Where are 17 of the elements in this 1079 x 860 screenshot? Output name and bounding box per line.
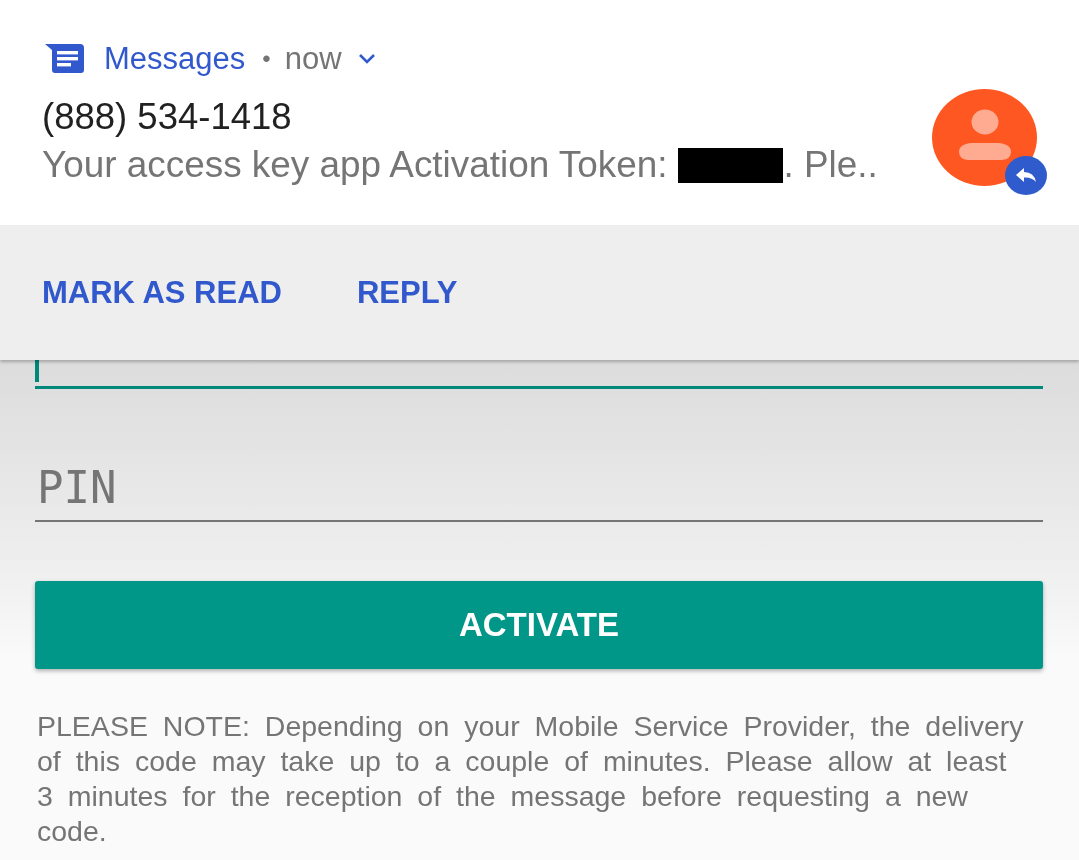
input-field[interactable]: PIN [35,455,1043,522]
app-name: Messages [104,40,246,77]
text-cursor-icon [35,360,39,382]
timestamp: now [284,40,342,77]
note-text: PLEASE NOTE: Depending on your Mobile Service Provider, the delivery of this code may take up to a couple of minutes. Please allow at least 3 minutes for the reception of the message before requesting a new code. [37,709,1025,849]
action-button[interactable]: REPLY [356,274,458,311]
separator-dot: • [262,43,271,74]
message-text: Your access key app Activation Token: [42,144,668,186]
message-icon [45,44,84,73]
input-field[interactable] [35,360,1043,389]
action-button[interactable]: MARK AS READ [42,274,282,311]
message-text: . Ple.. [783,144,878,186]
avatar-icon [932,89,1037,186]
activate-button[interactable]: ACTIVATE [35,581,1043,669]
sender-number: (888) 534-1418 [42,96,292,138]
chevron-icon[interactable] [358,53,375,64]
reply-icon [1005,156,1047,195]
